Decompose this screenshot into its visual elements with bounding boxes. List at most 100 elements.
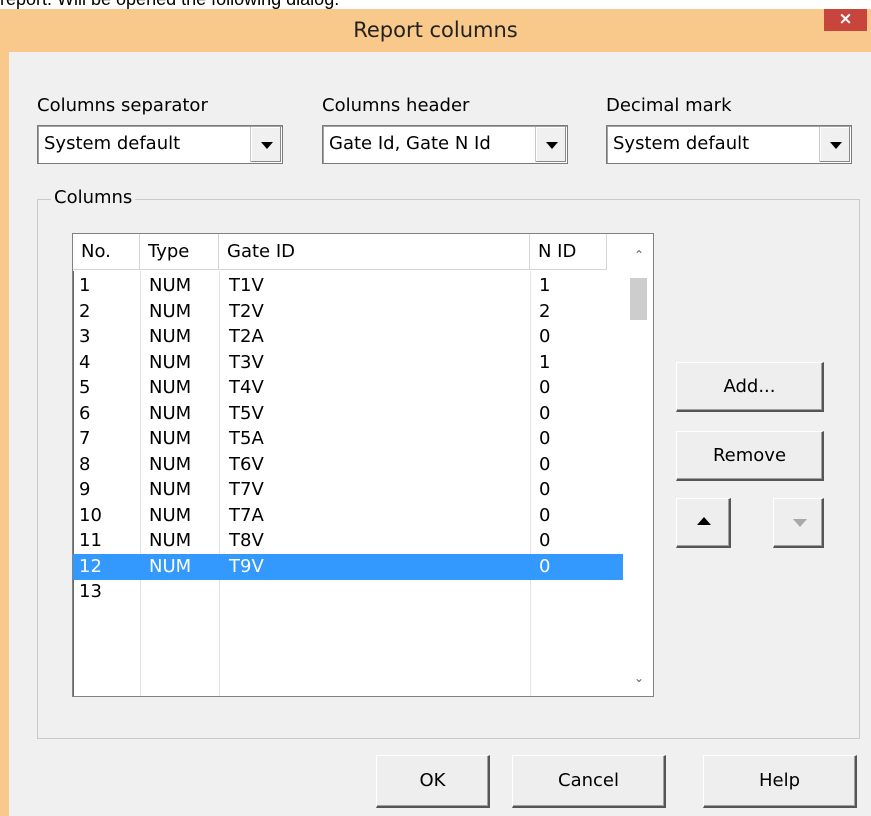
cell-n-id: 0 [539, 377, 551, 398]
cell-no: 5 [79, 377, 91, 398]
cell-no: 3 [79, 326, 91, 347]
columns-separator-value: System default [44, 133, 181, 154]
cell-gate-id: T7A [229, 504, 264, 526]
column-header-no[interactable]: No. [73, 234, 140, 270]
cell-n-id: 0 [539, 402, 551, 424]
cell-gate-id: T7V [229, 479, 264, 500]
cell-type: NUM [149, 453, 192, 475]
table-row[interactable]: 2 NUM T2V 2 [73, 299, 623, 325]
add-button-label: Add... [723, 376, 776, 397]
scrollbar-thumb[interactable] [630, 278, 647, 320]
cell-n-id: 0 [539, 326, 551, 347]
remove-button[interactable]: Remove [676, 431, 824, 481]
scroll-up-icon[interactable]: ⌃ [631, 249, 647, 261]
cell-gate-id: T1V [229, 275, 264, 296]
column-header-gate-id[interactable]: Gate ID [219, 234, 530, 270]
cell-gate-id: T9V [229, 555, 264, 577]
cell-type: NUM [149, 479, 192, 500]
cell-n-id: 1 [539, 351, 551, 373]
cell-type: NUM [149, 402, 192, 424]
ok-button-label: OK [419, 770, 446, 791]
title-bar[interactable]: Report columns × [0, 9, 871, 52]
cell-type: NUM [149, 300, 192, 322]
cell-type: NUM [149, 326, 192, 347]
column-header-type[interactable]: Type [140, 234, 219, 270]
cell-n-id: 0 [539, 479, 551, 500]
decimal-mark-value: System default [613, 133, 750, 154]
move-up-button[interactable] [676, 498, 731, 548]
cell-n-id: 0 [539, 453, 551, 475]
cell-no: 9 [79, 479, 91, 500]
cell-no: 7 [79, 428, 91, 449]
add-button[interactable]: Add... [676, 362, 824, 412]
cell-gate-id: T6V [229, 453, 264, 475]
cell-n-id: 2 [539, 300, 551, 322]
cell-no: 2 [79, 300, 91, 322]
chevron-down-icon[interactable] [819, 127, 850, 162]
table-row[interactable]: 8 NUM T6V 0 [73, 452, 623, 478]
cancel-button[interactable]: Cancel [512, 755, 666, 808]
help-button[interactable]: Help [703, 755, 857, 808]
cell-no: 10 [79, 504, 102, 526]
cell-gate-id: T5V [229, 402, 264, 424]
table-row[interactable]: 10 NUM T7A 0 [73, 503, 623, 529]
cell-gate-id: T8V [229, 530, 264, 551]
cell-type: NUM [149, 351, 192, 373]
close-icon: × [838, 9, 853, 29]
table-row[interactable]: 3 NUM T2A 0 [73, 324, 623, 350]
table-row[interactable]: 1 NUM T1V 1 [73, 273, 623, 299]
list-header: No. Type Gate ID N ID [73, 234, 653, 271]
columns-header-value: Gate Id, Gate N Id [329, 133, 491, 154]
chevron-down-icon[interactable] [535, 127, 566, 162]
move-down-button[interactable] [773, 498, 824, 548]
table-row[interactable]: 9 NUM T7V 0 [73, 477, 623, 503]
columns-header-select[interactable]: Gate Id, Gate N Id [322, 125, 568, 164]
table-row[interactable]: 13 [73, 579, 623, 605]
cell-type: NUM [149, 530, 192, 551]
columns-separator-label: Columns separator [37, 95, 208, 116]
cell-n-id: 1 [539, 275, 551, 296]
columns-separator-select[interactable]: System default [37, 125, 283, 164]
table-row[interactable]: 12 NUM T9V 0 [73, 553, 623, 580]
cell-no: 6 [79, 402, 91, 424]
cell-no: 8 [79, 453, 91, 475]
columns-list[interactable]: No. Type Gate ID N ID 1 NUM T1V 1 2 NUM T2V 2 3 N… [72, 233, 654, 697]
table-row[interactable]: 4 NUM T3V 1 [73, 350, 623, 376]
cell-gate-id: T3V [229, 351, 264, 373]
cell-n-id: 0 [539, 428, 551, 449]
cell-no: 12 [79, 555, 102, 577]
table-row[interactable]: 7 NUM T5A 0 [73, 426, 623, 452]
cell-type: NUM [149, 555, 192, 577]
cell-gate-id: T2A [229, 326, 264, 347]
cell-no: 11 [79, 530, 102, 551]
column-header-n-id[interactable]: N ID [530, 234, 607, 270]
cell-no: 1 [79, 275, 91, 296]
chevron-down-icon[interactable] [250, 127, 281, 162]
cell-n-id: 0 [539, 530, 551, 551]
triangle-up-icon [697, 517, 711, 525]
remove-button-label: Remove [712, 445, 787, 466]
ok-button[interactable]: OK [376, 755, 490, 808]
vertical-scrollbar[interactable]: ⌃ ⌄ [623, 234, 653, 696]
cell-type: NUM [149, 428, 192, 449]
cell-gate-id: T4V [229, 377, 264, 398]
close-button[interactable]: × [824, 9, 867, 31]
decimal-mark-select[interactable]: System default [606, 125, 852, 164]
cell-no: 13 [79, 581, 102, 602]
table-row[interactable]: 11 NUM T8V 0 [73, 528, 623, 554]
table-row[interactable]: 5 NUM T4V 0 [73, 375, 623, 401]
columns-group-label: Columns [51, 187, 136, 208]
report-columns-dialog: Report columns × Columns separator Syste… [0, 9, 871, 816]
columns-header-label: Columns header [322, 95, 470, 116]
dialog-title: Report columns [353, 18, 518, 42]
cell-type: NUM [149, 377, 192, 398]
cell-n-id: 0 [539, 504, 551, 526]
cell-type: NUM [149, 275, 192, 296]
help-button-label: Help [758, 770, 801, 791]
cell-gate-id: T2V [229, 300, 264, 322]
table-row[interactable]: 6 NUM T5V 0 [73, 401, 623, 427]
scroll-down-icon[interactable]: ⌄ [631, 672, 647, 684]
cell-no: 4 [79, 351, 91, 373]
dialog-body: Columns separator System default Columns… [9, 52, 871, 816]
cell-n-id: 0 [539, 555, 551, 577]
